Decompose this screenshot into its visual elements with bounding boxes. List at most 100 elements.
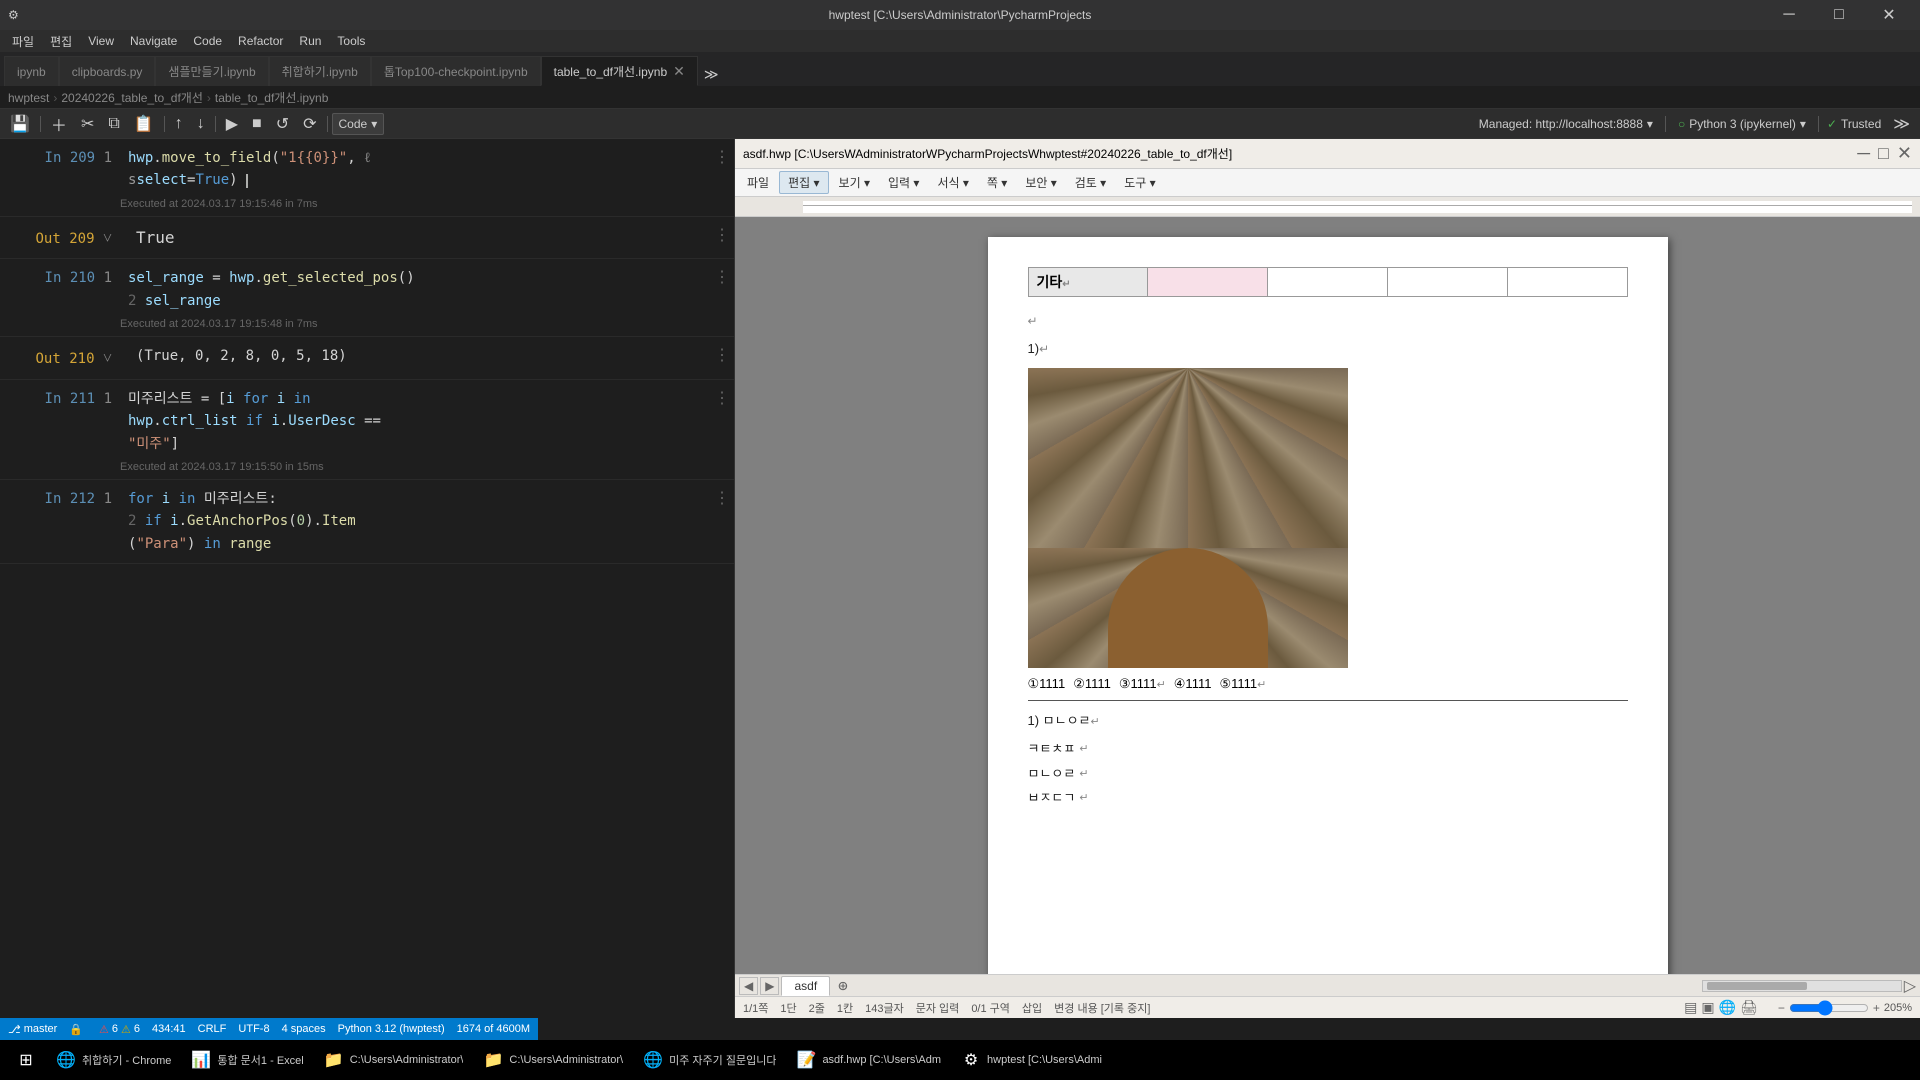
menu-refactor[interactable]: Refactor (230, 32, 291, 50)
hwp-menu-review[interactable]: 검토 ▾ (1067, 172, 1114, 193)
hwp-print-view-button[interactable]: 🖨 (1740, 999, 1758, 1016)
hwp-menu-insert[interactable]: 입력 ▾ (880, 172, 927, 193)
hwp-add-sheet-button[interactable]: ⊕ (832, 974, 854, 998)
cell-210-options[interactable]: ⋮ (710, 263, 734, 291)
status-branch[interactable]: ⎇ master (8, 1023, 57, 1036)
hwp-page-view-button[interactable]: ▣ (1701, 999, 1714, 1016)
breadcrumb-folder[interactable]: 20240226_table_to_df개선 (61, 89, 203, 106)
hwp-menu-security[interactable]: 보안 ▾ (1017, 172, 1064, 193)
taskbar-explorer2-button[interactable]: 📁 C:\Users\Administrator\ (475, 1042, 631, 1078)
restart-button[interactable]: ↺ (270, 113, 295, 135)
status-position[interactable]: 434:41 (152, 1023, 186, 1035)
run-cell-button[interactable]: ▶ (220, 113, 244, 135)
minimize-button[interactable]: ─ (1766, 0, 1812, 30)
cell-210-code[interactable]: sel_range = hwp.get_selected_pos() 2 sel… (120, 263, 710, 316)
toolbar-more-button[interactable]: ≫ (1887, 113, 1916, 135)
cell-212-code[interactable]: for i in 미주리스트: 2 if i.GetAnchorPos(0).I… (120, 484, 710, 559)
move-down-button[interactable]: ↓ (191, 113, 211, 135)
hwp-sheet-asdf[interactable]: asdf (781, 976, 830, 996)
hwp-menu-edit[interactable]: 편집 ▾ (779, 171, 828, 194)
menu-view[interactable]: View (80, 32, 122, 50)
taskbar-chrome-button[interactable]: 🌐 취합하기 - Chrome (48, 1042, 179, 1078)
in-210-text: In (45, 270, 62, 286)
status-errors[interactable]: ⚠ 6 ⚠ 6 (99, 1023, 140, 1036)
cell-209-out-options[interactable]: ⋮ (710, 221, 734, 249)
more-tabs-button[interactable]: ≫ (698, 64, 725, 86)
hwp-scroll-right-button[interactable]: ▷ (1904, 976, 1916, 996)
hwp-menu-page[interactable]: 쪽 ▾ (979, 172, 1015, 193)
status-indent[interactable]: 4 spaces (282, 1023, 326, 1035)
hwp-table: 기타↵ (1028, 267, 1628, 297)
save-button[interactable]: 💾 (4, 113, 36, 135)
hwp-menu-view[interactable]: 보기 ▾ (831, 172, 878, 193)
cell-210-meta: Executed at 2024.03.17 19:15:48 in 7ms (0, 316, 734, 332)
hwp-minimize[interactable]: ─ (1857, 143, 1870, 164)
breadcrumb-file[interactable]: table_to_df개선.ipynb (215, 89, 329, 106)
restart-run-button[interactable]: ⟳ (297, 113, 322, 135)
status-lock[interactable]: 🔒 (69, 1023, 83, 1036)
hwp-kor-item-3: ㅂㅈㄷㄱ↵ (1028, 786, 1628, 811)
hwp-hscroll[interactable] (1702, 980, 1902, 992)
tab-combine[interactable]: 취합하기.ipynb (269, 56, 371, 86)
stop-button[interactable]: ■ (246, 113, 268, 135)
taskbar-explorer1-button[interactable]: 📁 C:\Users\Administrator\ (316, 1042, 472, 1078)
menu-tools[interactable]: Tools (329, 32, 373, 50)
hwp-prev-page-button[interactable]: ◀ (739, 977, 758, 995)
hwp-menu-file[interactable]: 파일 (739, 172, 777, 193)
hwp-kor-item-2: ㅁㄴㅇㄹ↵ (1028, 762, 1628, 787)
menu-navigate[interactable]: Navigate (122, 32, 185, 50)
breadcrumb-hwptest[interactable]: hwptest (8, 91, 49, 105)
close-button[interactable]: ✕ (1866, 0, 1912, 30)
maximize-button[interactable]: □ (1816, 0, 1862, 30)
tab-table-to-df[interactable]: table_to_df개선.ipynb ✕ (541, 56, 698, 86)
hwp-maximize[interactable]: □ (1878, 143, 1889, 164)
trusted-badge[interactable]: ✓ Trusted (1823, 117, 1885, 131)
add-cell-button[interactable]: ＋ (45, 113, 73, 135)
tab-ipynb[interactable]: ipynb (4, 56, 59, 86)
hwp-menu-tools[interactable]: 도구 ▾ (1116, 172, 1163, 193)
taskbar-excel-button[interactable]: 📊 통합 문서1 - Excel (183, 1042, 311, 1078)
status-line-ending[interactable]: CRLF (198, 1023, 227, 1035)
menu-file[interactable]: 파일 (4, 31, 42, 52)
cell-type-dropdown[interactable]: Code ▾ (332, 113, 385, 135)
hwp-zoom-out-button[interactable]: − (1778, 1001, 1785, 1015)
status-lines[interactable]: 1674 of 4600M (457, 1023, 530, 1035)
cell-209-options[interactable]: ⋮ (710, 143, 734, 171)
taskbar-hwp-button[interactable]: 📝 asdf.hwp [C:\Users\Adm (788, 1042, 949, 1078)
trusted-check-icon: ✓ (1827, 117, 1837, 131)
taskbar-chrome2-button[interactable]: 🌐 미주 자주기 질문입니다 (635, 1042, 784, 1078)
move-up-button[interactable]: ↑ (169, 113, 189, 135)
taskbar-start-button[interactable]: ⊞ (8, 1042, 44, 1078)
menu-code[interactable]: Code (185, 32, 230, 50)
taskbar-pycharm-label: hwptest [C:\Users\Admi (987, 1054, 1102, 1066)
hwp-item-2: ②1111 (1073, 676, 1111, 692)
cut-cell-button[interactable]: ✂ (75, 113, 100, 135)
cell-211-options[interactable]: ⋮ (710, 384, 734, 412)
cell-210-line2-num: 2 (128, 293, 136, 309)
cell-209-code[interactable]: hwp.move_to_field("1{{0}}", ℓ sselect=Tr… (120, 143, 710, 196)
taskbar-pycharm-button[interactable]: ⚙ hwptest [C:\Users\Admi (953, 1042, 1110, 1078)
tab-close-icon[interactable]: ✕ (673, 63, 685, 80)
status-python[interactable]: Python 3.12 (hwptest) (338, 1023, 445, 1035)
hwp-zoom-slider[interactable] (1789, 1000, 1869, 1016)
tab-samples[interactable]: 샘플만들기.ipynb (155, 56, 268, 86)
hwp-doc-area[interactable]: 기타↵ ↵ 1)↵ (735, 217, 1920, 974)
hwp-normal-view-button[interactable]: ▤ (1684, 999, 1697, 1016)
hwp-web-view-button[interactable]: 🌐 (1719, 999, 1736, 1016)
hwp-menu-format[interactable]: 서식 ▾ (929, 172, 976, 193)
paste-cell-button[interactable]: 📋 (128, 113, 160, 135)
hwp-close[interactable]: ✕ (1897, 143, 1912, 164)
tab-clipboards[interactable]: clipboards.py (59, 56, 156, 86)
cell-212-options[interactable]: ⋮ (710, 484, 734, 512)
menu-edit[interactable]: 편집 (42, 31, 80, 52)
cell-211-line1: 미주리스트 = [i for i in (128, 388, 702, 410)
menu-run[interactable]: Run (291, 32, 329, 50)
cell-210-out-options[interactable]: ⋮ (710, 341, 734, 369)
cell-212-num: 212 (70, 491, 95, 507)
status-charset[interactable]: UTF-8 (238, 1023, 269, 1035)
hwp-next-page-button[interactable]: ▶ (760, 977, 779, 995)
cell-211-code[interactable]: 미주리스트 = [i for i in hwp.ctrl_list if i.U… (120, 384, 710, 459)
tab-top100[interactable]: 톱Top100-checkpoint.ipynb (371, 56, 541, 86)
copy-cell-button[interactable]: ⧉ (102, 113, 125, 135)
hwp-zoom-in-button[interactable]: + (1873, 1001, 1880, 1015)
